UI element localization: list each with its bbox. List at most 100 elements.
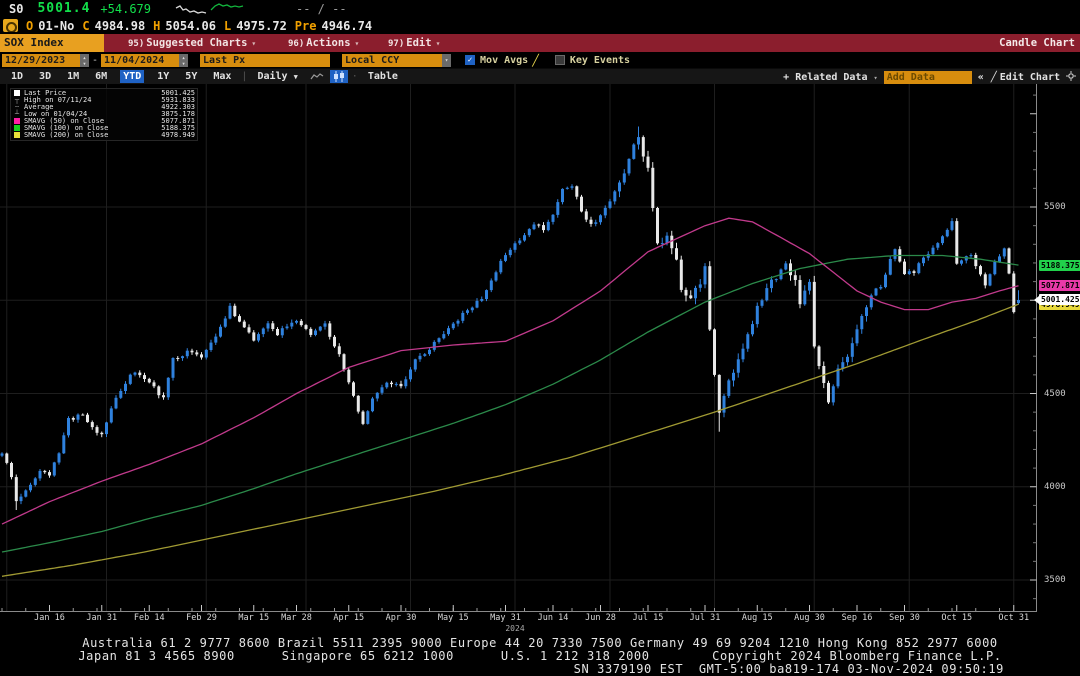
chart-toolbar: 12/29/2023 ▲▼ - 11/04/2024 ▲▼ Last Px Lo… <box>0 52 1080 68</box>
x-axis-label: Apr 15 <box>333 613 364 623</box>
high-label: H <box>153 19 160 33</box>
intraday-sparkline-white-icon <box>175 2 207 16</box>
clock-icon <box>3 19 18 32</box>
legend-row: SMAVG (200) on Close4978.949 <box>13 132 195 139</box>
y-axis-label: 4500 <box>1044 389 1066 399</box>
date-from-stepper[interactable]: ▲▼ <box>80 54 89 67</box>
chevron-down-icon: ▼ <box>294 73 298 81</box>
footer-contact-line-1: Australia 61 2 9777 8600 Brazil 5511 239… <box>0 636 1080 650</box>
x-axis-label: Jun 28 <box>585 613 616 623</box>
menu-suggested-charts[interactable]: 95)Suggested Charts▾ <box>128 34 256 52</box>
x-axis-label: Jul 15 <box>633 613 664 623</box>
price-field-select[interactable]: Last Px <box>200 54 330 67</box>
security-field[interactable]: SOX Index <box>0 34 104 52</box>
period-6m[interactable]: 6M <box>92 70 110 83</box>
x-axis-label: Sep 30 <box>889 613 920 623</box>
x-axis-label: Jun 14 <box>538 613 569 623</box>
line-chart-icon[interactable] <box>308 70 326 83</box>
key-events-label: Key Events <box>570 55 630 66</box>
period-3d[interactable]: 3D <box>36 70 54 83</box>
x-axis-label: Feb 29 <box>186 613 217 623</box>
x-axis-label: May 31 <box>490 613 521 623</box>
menu-edit[interactable]: 97)Edit▾ <box>388 34 440 52</box>
pre-label: Pre <box>295 19 317 33</box>
chart-type-title: Candle Chart <box>999 34 1075 52</box>
x-axis-label: Jul 31 <box>690 613 721 623</box>
date-range-dash: - <box>92 55 98 66</box>
footer-terminal-id: SN 3379190 EST GMT-5:00 ba819-174 03-Nov… <box>574 662 1004 676</box>
pencil-icon[interactable]: ╱ <box>532 54 539 67</box>
y-axis-label: 5500 <box>1044 202 1066 212</box>
period-ytd[interactable]: YTD <box>120 70 144 83</box>
period-1y[interactable]: 1Y <box>154 70 172 83</box>
price-badge: 5001.425 <box>1039 294 1080 305</box>
mov-avgs-label: Mov Avgs <box>480 55 528 66</box>
footer-contact-line-2: Japan 81 3 4565 8900 Singapore 65 6212 1… <box>0 649 1080 663</box>
x-axis-label: Feb 14 <box>134 613 165 623</box>
divider: | <box>241 71 247 82</box>
add-data-input[interactable]: Add Data <box>884 71 972 84</box>
x-axis-label: Oct 31 <box>998 613 1029 623</box>
chevron-down-icon: ▾ <box>251 39 256 48</box>
last-price: 5001.4 <box>37 1 90 16</box>
open-value: 01-No <box>38 19 74 33</box>
period-5y[interactable]: 5Y <box>182 70 200 83</box>
candle-chart-icon[interactable] <box>330 70 348 83</box>
price-badge: 5077.871 <box>1039 280 1080 291</box>
collapse-panel-button[interactable]: « <box>978 72 984 83</box>
date-to-stepper[interactable]: ▲▼ <box>179 54 188 67</box>
low-value: 4975.72 <box>236 19 287 33</box>
mov-avgs-checkbox[interactable]: ✓ <box>465 55 475 65</box>
x-axis-label: Mar 28 <box>281 613 312 623</box>
currency-dropdown-button[interactable]: ▾ <box>442 54 451 67</box>
x-axis-label: Aug 30 <box>794 613 825 623</box>
frequency-select[interactable]: Daily ▼ <box>254 70 300 83</box>
table-button[interactable]: Table <box>365 70 401 83</box>
date-to-input[interactable]: 11/04/2024 <box>101 54 179 67</box>
x-axis-label: Apr 30 <box>386 613 417 623</box>
menu-actions[interactable]: 96)Actions▾ <box>288 34 359 52</box>
x-axis-label: May 15 <box>438 613 469 623</box>
close-value: 4984.98 <box>95 19 146 33</box>
quote-line-2: O 01-No C 4984.98 H 5054.06 L 4975.72 Pr… <box>0 17 1080 34</box>
more-chart-types-button[interactable]: · <box>352 71 358 82</box>
x-axis-year-label: 2024 <box>505 624 524 633</box>
period-1d[interactable]: 1D <box>8 70 26 83</box>
quote-line-1: S0 5001.4 +54.679 -- / -- <box>0 0 1080 17</box>
candle-chart-canvas[interactable] <box>0 84 1040 612</box>
x-axis-label: Sep 16 <box>842 613 873 623</box>
currency-select[interactable]: Local CCY <box>342 54 442 67</box>
pencil-icon: ╱ <box>991 72 997 83</box>
key-events-checkbox[interactable] <box>555 55 565 65</box>
edit-chart-button[interactable]: Edit Chart <box>1000 72 1060 83</box>
x-axis-label: Jan 31 <box>86 613 117 623</box>
chevron-down-icon: ▾ <box>355 39 360 48</box>
high-value: 5054.06 <box>165 19 216 33</box>
price-change: +54.679 <box>100 2 151 16</box>
chart-legend: Last Price5001.425┬High on 07/11/245931.… <box>10 88 198 141</box>
x-axis-label: Aug 15 <box>742 613 773 623</box>
gear-icon[interactable] <box>1066 71 1076 84</box>
period-1m[interactable]: 1M <box>64 70 82 83</box>
x-axis-label: Jan 16 <box>34 613 65 623</box>
menu-bar: SOX Index 95)Suggested Charts▾ 96)Action… <box>0 34 1080 52</box>
related-data-button[interactable]: + Related Data ▾ <box>783 72 878 83</box>
trend-sparkline-green-icon <box>210 2 244 16</box>
x-axis-label: Mar 15 <box>238 613 269 623</box>
chevron-down-icon: ▾ <box>874 74 878 82</box>
open-label: O <box>26 19 33 33</box>
chevron-down-icon: ▾ <box>436 39 441 48</box>
date-from-input[interactable]: 12/29/2023 <box>2 54 80 67</box>
low-label: L <box>224 19 231 33</box>
y-axis-label: 4000 <box>1044 482 1066 492</box>
period-bar: 1D 3D 1M 6M YTD 1Y 5Y Max | Daily ▼ · Table + R… <box>0 68 1080 84</box>
period-max[interactable]: Max <box>210 70 234 83</box>
x-axis-label: Oct 15 <box>941 613 972 623</box>
y-axis-label: 3500 <box>1044 575 1066 585</box>
close-label: C <box>82 19 89 33</box>
chart-area: Last Price5001.425┬High on 07/11/245931.… <box>0 84 1080 612</box>
pre-value: 4946.74 <box>321 19 372 33</box>
bid-ask-placeholder: -- / -- <box>296 2 347 16</box>
price-badge: 5188.375 <box>1039 260 1080 271</box>
panel-ticker: S0 <box>9 2 23 16</box>
